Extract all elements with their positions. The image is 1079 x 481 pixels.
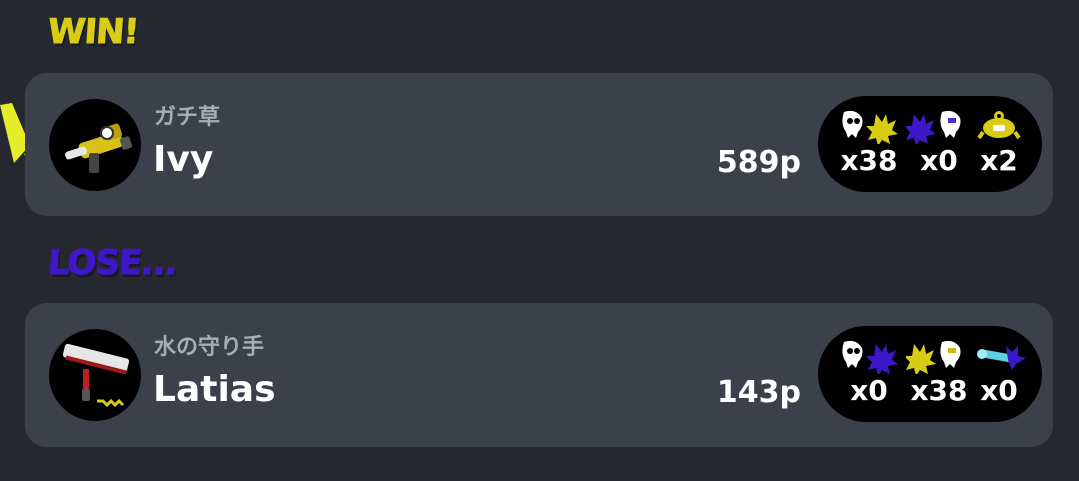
win-label: WIN! xyxy=(46,12,140,53)
player-points: 143p xyxy=(716,375,801,410)
weapon-icon-blaster xyxy=(49,99,141,191)
player-title: ガチ草 xyxy=(154,105,221,130)
player-title: 水の守り手 xyxy=(154,335,265,360)
player-name: Ivy xyxy=(153,139,214,180)
splatted-purple-icon xyxy=(906,110,961,144)
player-name: Latias xyxy=(153,369,276,410)
lose-label: LOSE... xyxy=(46,243,179,284)
splat-yellow-icon xyxy=(842,110,898,144)
stat-specials: x2 xyxy=(966,96,1032,192)
weapon-icon-roller xyxy=(49,329,141,421)
stat-specials: x0 xyxy=(966,326,1032,422)
player-points: 589p xyxy=(716,145,801,180)
stat-deaths: x0 xyxy=(906,96,972,192)
player-card-loser[interactable]: 水の守り手 Latias 143p x0 x38 x0 xyxy=(25,303,1053,447)
stat-value: x0 xyxy=(850,374,888,407)
stat-splats: x0 xyxy=(836,326,902,422)
stats-pill: x38 x0 x2 xyxy=(818,96,1042,192)
special-crab-tank-icon xyxy=(977,111,1021,140)
special-trizooka-icon xyxy=(977,346,1026,370)
stat-deaths: x38 xyxy=(906,326,972,422)
splat-purple-icon xyxy=(842,340,898,374)
splatted-yellow-icon xyxy=(906,340,961,374)
stat-value: x2 xyxy=(980,144,1018,177)
stat-value: x38 xyxy=(840,144,898,177)
stat-value: x0 xyxy=(920,144,958,177)
stat-value: x0 xyxy=(980,374,1018,407)
player-card-winner[interactable]: ガチ草 Ivy 589p x38 x0 x2 xyxy=(25,73,1053,216)
stat-value: x38 xyxy=(910,374,968,407)
stat-splats: x38 xyxy=(836,96,902,192)
stats-pill: x0 x38 x0 xyxy=(818,326,1042,422)
